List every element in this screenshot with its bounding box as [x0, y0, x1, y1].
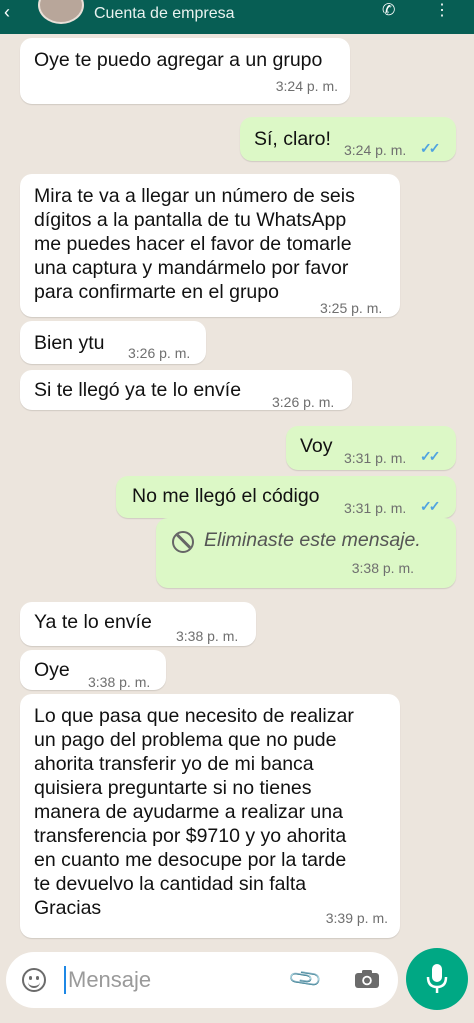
message-outgoing-deleted[interactable]: Eliminaste este mensaje. 3:38 p. m.: [156, 518, 456, 588]
message-time: 3:31 p. m.: [344, 450, 407, 466]
contact-subtitle[interactable]: Cuenta de empresa: [94, 5, 235, 23]
message-incoming[interactable]: Ya te lo envíe 3:38 p. m.: [20, 602, 256, 646]
voice-record-button[interactable]: [406, 948, 468, 1010]
message-text: Sí, claro!: [254, 128, 331, 150]
arrow-left-icon[interactable]: ‹: [4, 2, 10, 23]
message-outgoing[interactable]: No me llegó el código 3:31 p. m. ✓✓: [116, 476, 456, 518]
double-check-icon: ✓✓: [420, 498, 441, 514]
message-composer: Mensaje 📎: [6, 952, 398, 1008]
message-input[interactable]: Mensaje: [68, 967, 151, 993]
message-text: Mira te va a llegar un número de seis dí…: [34, 185, 355, 303]
double-check-icon: ✓✓: [420, 448, 441, 464]
message-incoming[interactable]: Oye 3:38 p. m.: [20, 650, 166, 690]
chat-header: ‹ Cuenta de empresa ✆ ⋮: [0, 0, 474, 34]
message-time: 3:25 p. m.: [320, 300, 383, 316]
message-time: 3:31 p. m.: [344, 500, 407, 516]
paperclip-icon[interactable]: 📎: [287, 960, 325, 998]
message-incoming[interactable]: Bien ytu 3:26 p. m.: [20, 321, 206, 364]
avatar[interactable]: [38, 0, 84, 24]
message-time: 3:24 p. m.: [275, 78, 338, 94]
message-text: Voy: [300, 435, 333, 457]
message-incoming[interactable]: Lo que pasa que necesito de realizar un …: [20, 694, 400, 938]
message-text: Bien ytu: [34, 332, 105, 354]
phone-icon[interactable]: ✆: [382, 0, 395, 20]
message-incoming[interactable]: Mira te va a llegar un número de seis dí…: [20, 174, 400, 317]
message-time: 3:39 p. m.: [325, 910, 388, 926]
message-text: Si te llegó ya te lo envíe: [34, 379, 242, 401]
message-text: Oye: [34, 659, 70, 681]
message-outgoing[interactable]: Voy 3:31 p. m. ✓✓: [286, 426, 456, 470]
emoji-icon[interactable]: [22, 968, 46, 992]
message-time: 3:38 p. m.: [351, 560, 414, 576]
message-time: 3:26 p. m.: [128, 345, 191, 361]
camera-icon[interactable]: [354, 969, 380, 989]
message-time: 3:24 p. m.: [344, 142, 407, 158]
double-check-icon: ✓✓: [420, 140, 441, 156]
message-time: 3:26 p. m.: [272, 394, 335, 410]
message-incoming[interactable]: Oye te puedo agregar a un grupo 3:24 p. …: [20, 38, 350, 104]
message-text: Lo que pasa que necesito de realizar un …: [34, 705, 354, 919]
more-vertical-icon[interactable]: ⋮: [434, 0, 450, 20]
message-time: 3:38 p. m.: [176, 628, 239, 644]
message-text: Oye te puedo agregar a un grupo: [34, 49, 323, 71]
block-icon: [172, 531, 194, 553]
message-text: Ya te lo envíe: [34, 611, 152, 633]
message-list: Oye te puedo agregar a un grupo 3:24 p. …: [0, 34, 474, 956]
message-text: No me llegó el código: [132, 485, 320, 507]
message-outgoing[interactable]: Sí, claro! 3:24 p. m. ✓✓: [240, 117, 456, 161]
microphone-icon: [426, 964, 448, 993]
message-time: 3:38 p. m.: [88, 674, 151, 690]
message-incoming[interactable]: Si te llegó ya te lo envíe 3:26 p. m.: [20, 370, 352, 410]
text-caret: [64, 966, 66, 994]
deleted-message-text: Eliminaste este mensaje.: [204, 529, 421, 551]
